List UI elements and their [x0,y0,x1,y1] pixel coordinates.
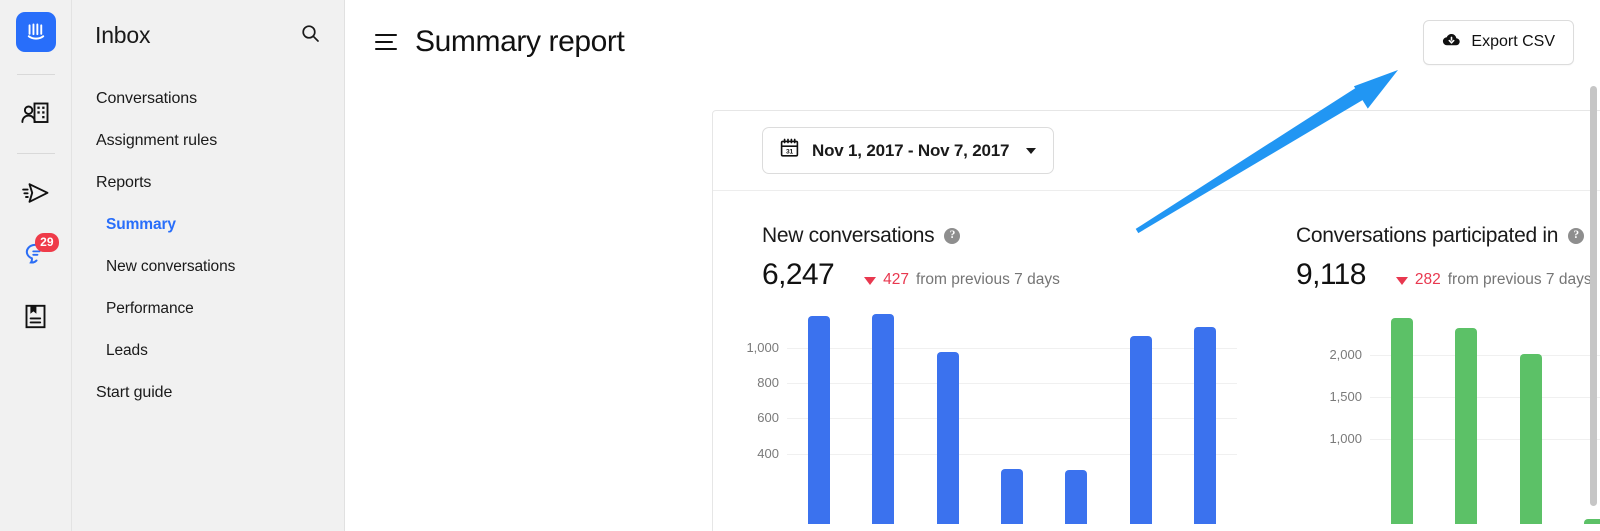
chart-bar[interactable] [1129,335,1152,524]
metric-new-conversations: New conversations ? 6,247 427 from previ… [713,224,1254,292]
metric-delta: 427 from previous 7 days [864,271,1060,289]
sidebar-item-performance[interactable]: Performance [94,288,322,330]
y-axis-tick-label: 2,000 [1329,346,1362,362]
sidebar-item-leads[interactable]: Leads [94,330,322,372]
sidebar-header: Inbox [94,0,322,49]
secondary-sidebar: Inbox Conversations Assignment rules Rep… [72,0,345,531]
svg-text:31: 31 [786,149,793,156]
chart-bar[interactable] [1193,326,1216,524]
chart-bar[interactable] [1391,317,1414,524]
help-circle-icon[interactable]: ? [944,228,961,244]
metric-delta-text: from previous 7 days [915,271,1060,288]
primary-icon-rail: 29 [0,0,72,531]
y-axis-tick-label: 1,000 [746,340,779,355]
chart-conversations-participated-in: 2,000 1,500 1,000 [1296,304,1600,524]
metrics-row: New conversations ? 6,247 427 from previ… [713,191,1600,292]
metric-value-row: 6,247 427 from previous 7 days [762,258,1254,292]
y-axis-tick-label: 400 [757,445,779,461]
rail-divider-2 [16,153,55,154]
intercom-logo[interactable] [15,12,56,52]
rail-divider [16,74,55,75]
sidebar-item-start-guide[interactable]: Start guide [94,372,322,414]
charts-row: 1,000 800 600 400 2,000 1,500 1,000 [713,304,1600,524]
articles-icon [22,303,49,335]
chart-bar[interactable] [1455,327,1478,524]
chart-bar[interactable] [1001,468,1023,524]
app-root: 29 Inbox Conversations Assignment rules … [0,0,1600,531]
summary-report-card: 31 Nov 1, 2017 - Nov 7, 2017 Reports are… [712,110,1600,531]
trend-down-arrow-icon [1395,277,1408,285]
sidebar-item-reports[interactable]: Reports [94,162,322,204]
metric-delta: 282 from previous 7 days [1395,271,1592,289]
page-title: Summary report [415,25,625,58]
page-toolbar: Summary report Export CSV [345,0,1600,84]
gridline [787,383,1237,385]
metric-title-label: New conversations [762,224,935,247]
rail-item-articles[interactable] [14,297,58,341]
rail-item-outbound[interactable] [14,173,58,217]
date-range-label: Nov 1, 2017 - Nov 7, 2017 [812,140,1010,160]
metric-delta-text: from previous 7 days [1447,271,1592,288]
metric-value: 6,247 [762,258,835,291]
gridline [787,418,1237,420]
sidebar-item-new-conversations[interactable]: New conversations [94,246,322,288]
cloud-download-icon [1442,32,1461,53]
chevron-down-icon [1026,147,1037,154]
calendar-icon: 31 [780,138,799,163]
sidebar-nav-list: Conversations Assignment rules Reports S… [94,78,322,414]
chart-bar[interactable] [872,313,895,524]
chart-new-conversations: 1,000 800 600 400 [713,304,1254,524]
y-axis-tick-label: 1,000 [1329,431,1362,447]
inbox-unread-badge: 29 [35,233,59,252]
rail-item-inbox[interactable]: 29 [14,233,59,279]
metric-delta-value: 282 [1414,271,1441,288]
export-csv-label: Export CSV [1471,33,1555,50]
chart-bar[interactable] [1519,353,1542,524]
trend-down-arrow-icon [864,277,877,285]
hamburger-menu-icon[interactable] [375,34,397,50]
sidebar-item-conversations[interactable]: Conversations [94,78,322,120]
rail-item-contacts[interactable] [14,94,58,138]
sidebar-item-summary[interactable]: Summary [94,204,322,246]
chart-bar[interactable] [936,352,959,524]
card-header: 31 Nov 1, 2017 - Nov 7, 2017 Reports are… [713,111,1600,191]
outbound-send-icon [21,180,51,211]
chart-bar[interactable] [1584,518,1600,524]
sidebar-title: Inbox [95,22,151,48]
gridline [787,453,1237,455]
chart-bar[interactable] [808,316,831,524]
y-axis-tick-label: 800 [757,375,779,391]
vertical-scrollbar[interactable] [1590,86,1597,506]
contacts-icon [21,101,50,131]
sidebar-item-assignment-rules[interactable]: Assignment rules [94,120,322,162]
metric-title-label: Conversations participated in [1296,224,1559,247]
y-axis-tick-label: 600 [757,410,779,426]
metric-conversations-participated-in: Conversations participated in ? 9,118 28… [1254,224,1600,292]
help-circle-icon[interactable]: ? [1568,228,1585,244]
main-content: Summary report Export CSV 31 Nov 1, 2017… [345,0,1600,531]
metric-value: 9,118 [1296,258,1366,291]
gridline [787,348,1237,349]
chart-bar[interactable] [1065,470,1088,524]
metric-title: New conversations ? [762,224,1254,248]
metric-value-row: 9,118 282 from previous 7 days [1296,258,1600,292]
date-range-picker[interactable]: 31 Nov 1, 2017 - Nov 7, 2017 [762,127,1055,174]
metric-delta-value: 427 [883,271,909,288]
metric-title: Conversations participated in ? [1296,224,1600,248]
y-axis-tick-label: 1,500 [1329,389,1362,405]
export-csv-button[interactable]: Export CSV [1423,19,1574,65]
search-icon[interactable] [301,24,320,48]
